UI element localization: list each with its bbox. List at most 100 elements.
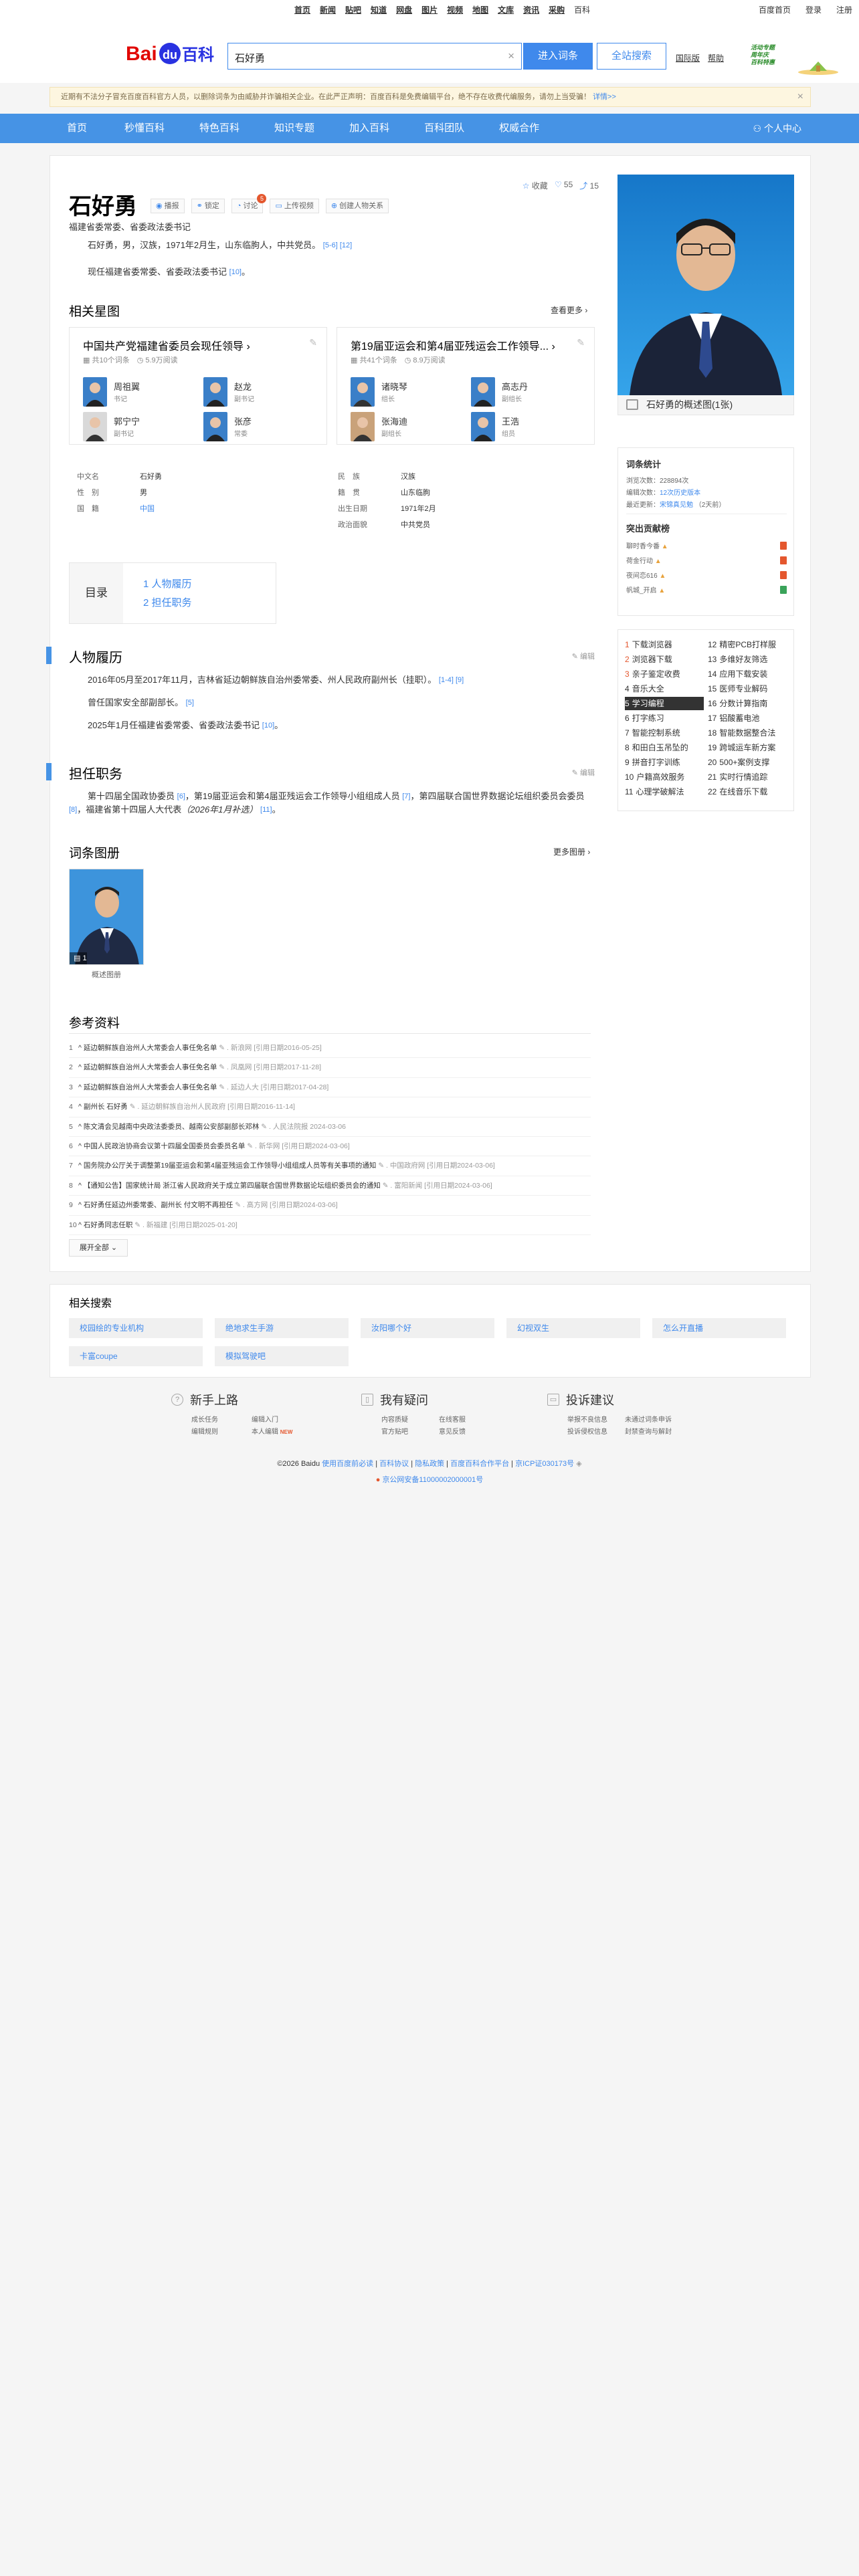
nav-partners[interactable]: 权威合作 — [482, 114, 557, 143]
hot-rank-item[interactable]: 22 在线音乐下载 — [708, 785, 787, 798]
summary-photo-caption[interactable]: 石好勇的概述图(1张) — [617, 395, 794, 415]
ref-link[interactable]: [7] — [402, 792, 410, 800]
footer-link[interactable]: 使用百度前必读 — [322, 1460, 373, 1468]
star-person[interactable]: 张彦 常委 — [203, 412, 310, 441]
baidu-home-link[interactable]: 百度首页 — [759, 4, 791, 15]
edit-icon[interactable]: ✎ — [577, 337, 585, 348]
star-person[interactable]: 郭宁宁 副书记 — [83, 412, 190, 441]
nav-topics[interactable]: 知识专题 — [257, 114, 332, 143]
star-card[interactable]: 第19届亚运会和第4届亚残运会工作领导... › ▦ 共41个词条 ◷ 8.9万… — [337, 327, 595, 445]
top-nav-news[interactable]: 新闻 — [320, 4, 336, 15]
footer-link[interactable]: 举报不良信息 — [567, 1414, 607, 1424]
footer-link[interactable]: 成长任务 — [191, 1414, 218, 1424]
hot-rank-item[interactable]: 14 应用下载安装 — [708, 667, 787, 681]
promo-text[interactable]: 活动专题 周年庆 百科特惠 — [751, 44, 776, 66]
hot-rank-item[interactable]: 9 拼音打字训练 — [625, 756, 704, 769]
resume-edit-link[interactable]: ✎ 编辑 — [572, 651, 595, 661]
hot-rank-item[interactable]: 17 铝酸蓄电池 — [708, 712, 787, 725]
related-tag[interactable]: 校园绘的专业机构 — [69, 1318, 203, 1338]
star-person[interactable]: 王浩 组员 — [471, 412, 578, 441]
hot-rank-item[interactable]: 7 智能控制系统 — [625, 726, 704, 740]
promo-banner-icon[interactable] — [796, 59, 840, 75]
footer-link[interactable]: 百度百科合作平台 — [450, 1460, 509, 1468]
ref-link[interactable]: [5-6] [12] — [323, 241, 352, 249]
album-more-link[interactable]: 更多图册 › — [553, 846, 590, 857]
notice-details-link[interactable]: 详情>> — [593, 93, 616, 101]
top-nav-tieba[interactable]: 贴吧 — [345, 4, 361, 15]
related-tag[interactable]: 绝地求生手游 — [215, 1318, 349, 1338]
site-search-button[interactable]: 全站搜索 — [597, 43, 666, 70]
star-card-title[interactable]: 中国共产党福建省委员会现任领导 › — [83, 337, 250, 353]
reference-item[interactable]: 1 ^ 延边朝鲜族自治州人大常委会人事任免名单 ✎ . 新浪网 [引用日期2016… — [69, 1039, 591, 1059]
top-nav-purchase[interactable]: 采购 — [549, 4, 565, 15]
editor-link[interactable]: 宋锦真见勉 — [660, 502, 693, 509]
hot-rank-item[interactable]: 15 医师专业解码 — [708, 682, 787, 695]
reference-item[interactable]: 5 ^ 陈文清会见越南中央政法委委员、越南公安部副部长邓林 ✎ . 人民法院报 2… — [69, 1117, 591, 1137]
star-person[interactable]: 周祖翼 书记 — [83, 377, 190, 407]
upload-video-button[interactable]: ▭ 上传视频 — [270, 199, 319, 213]
ref-link[interactable]: [11] — [260, 806, 272, 814]
share-button[interactable]: ⤴ 15 — [579, 180, 599, 191]
summary-photo[interactable] — [617, 175, 794, 395]
toc-item[interactable]: 2 担任职务 — [143, 595, 192, 609]
hot-rank-item[interactable]: 10 户籍高效服务 — [625, 770, 704, 784]
history-link[interactable]: 12次历史版本 — [660, 490, 700, 497]
hot-rank-item[interactable]: 5 学习编程 — [625, 697, 704, 710]
hot-rank-item[interactable]: 2 浏览器下载 — [625, 653, 704, 666]
hot-rank-item[interactable]: 12 精密PCB打样服 — [708, 638, 787, 651]
top-nav-video[interactable]: 视频 — [447, 4, 463, 15]
top-nav-image[interactable]: 图片 — [421, 4, 438, 15]
top-nav-baike[interactable]: 百科 — [574, 4, 590, 15]
hot-rank-item[interactable]: 18 智能数据整合法 — [708, 726, 787, 740]
star-card[interactable]: 中国共产党福建省委员会现任领导 › ▦ 共10个词条 ◷ 5.9万阅读 ✎ 周祖… — [69, 327, 327, 445]
footer-link[interactable]: 编辑入门 — [252, 1414, 278, 1424]
contributor-item[interactable]: 夜间恋616 ▲ — [626, 570, 787, 582]
top-nav-map[interactable]: 地图 — [472, 4, 488, 15]
hot-rank-item[interactable]: 20 500+案例支撑 — [708, 756, 787, 769]
top-nav-pan[interactable]: 网盘 — [396, 4, 412, 15]
hot-rank-item[interactable]: 16 分数计算指南 — [708, 697, 787, 710]
expand-all-button[interactable]: 展开全部 ⌄ — [69, 1239, 128, 1257]
footer-link[interactable]: 投诉侵权信息 — [567, 1426, 607, 1436]
reference-item[interactable]: 8 ^ 【通知公告】国家统计局 浙江省人民政府关于成立第四届联合国世界数据论坛组织… — [69, 1176, 591, 1196]
create-relation-button[interactable]: ⊕ 创建人物关系 — [325, 199, 389, 213]
footer-link[interactable]: 意见反馈 — [439, 1426, 466, 1436]
top-nav-home[interactable]: 首页 — [294, 4, 310, 15]
star-person[interactable]: 张海迪 副组长 — [351, 412, 458, 441]
discuss-button[interactable]: ◔ 讨论 5 — [231, 194, 267, 213]
related-tag[interactable]: 模拟驾驶吧 — [215, 1346, 349, 1366]
like-button[interactable]: ♡ 55 — [555, 180, 573, 191]
nav-featured[interactable]: 特色百科 — [182, 114, 257, 143]
reference-item[interactable]: 10 ^ 石好勇同志任职 ✎ . 新福建 [引用日期2025-01-20] — [69, 1216, 591, 1235]
user-center-link[interactable]: ⚇ 个人中心 — [753, 114, 801, 143]
police-record[interactable]: ● 京公网安备11000002000001号 — [0, 1474, 859, 1485]
help-link[interactable]: 帮助 — [708, 52, 724, 64]
related-tag[interactable]: 卡富coupe — [69, 1346, 203, 1366]
nav-miaodong[interactable]: 秒懂百科 — [107, 114, 182, 143]
ref-link[interactable]: [8] — [69, 806, 77, 814]
intl-version-link[interactable]: 国际版 — [676, 52, 700, 64]
hot-rank-item[interactable]: 13 多维好友筛选 — [708, 653, 787, 666]
nationality-link[interactable]: 中国 — [140, 501, 155, 517]
hot-rank-item[interactable]: 4 音乐大全 — [625, 682, 704, 695]
footer-link[interactable]: 隐私政策 — [415, 1460, 444, 1468]
reference-item[interactable]: 9 ^ 石好勇任延边州委常委、副州长 付文明不再担任 ✎ . 高方网 [引用日期2… — [69, 1196, 591, 1216]
ref-link[interactable]: [6] — [177, 792, 185, 800]
register-link[interactable]: 注册 — [836, 4, 852, 15]
top-nav-wenku[interactable]: 文库 — [498, 4, 514, 15]
related-tag[interactable]: 汝阳哪个好 — [361, 1318, 494, 1338]
hot-rank-item[interactable]: 19 跨城运车新方案 — [708, 741, 787, 754]
reference-item[interactable]: 3 ^ 延边朝鲜族自治州人大常委会人事任免名单 ✎ . 延边人大 [引用日期201… — [69, 1078, 591, 1098]
footer-link[interactable]: 官方贴吧 — [381, 1426, 408, 1436]
top-nav-zhidao[interactable]: 知道 — [371, 4, 387, 15]
footer-link[interactable]: 封禁查询与解封 — [625, 1426, 672, 1436]
footer-link[interactable]: 内容质疑 — [381, 1414, 408, 1424]
nav-team[interactable]: 百科团队 — [407, 114, 482, 143]
reference-item[interactable]: 7 ^ 国务院办公厅关于调整第19届亚运会和第4届亚残运会工作领导小组组成人员等有… — [69, 1156, 591, 1176]
hot-rank-item[interactable]: 21 实时行情追踪 — [708, 770, 787, 784]
star-person[interactable]: 高志丹 副组长 — [471, 377, 578, 407]
enter-entry-button[interactable]: 进入词条 — [523, 43, 593, 70]
star-map-more-link[interactable]: 查看更多 › — [551, 304, 587, 316]
baike-logo[interactable]: Bai du 百科 — [126, 37, 219, 67]
footer-link[interactable]: 百科协议 — [379, 1460, 409, 1468]
